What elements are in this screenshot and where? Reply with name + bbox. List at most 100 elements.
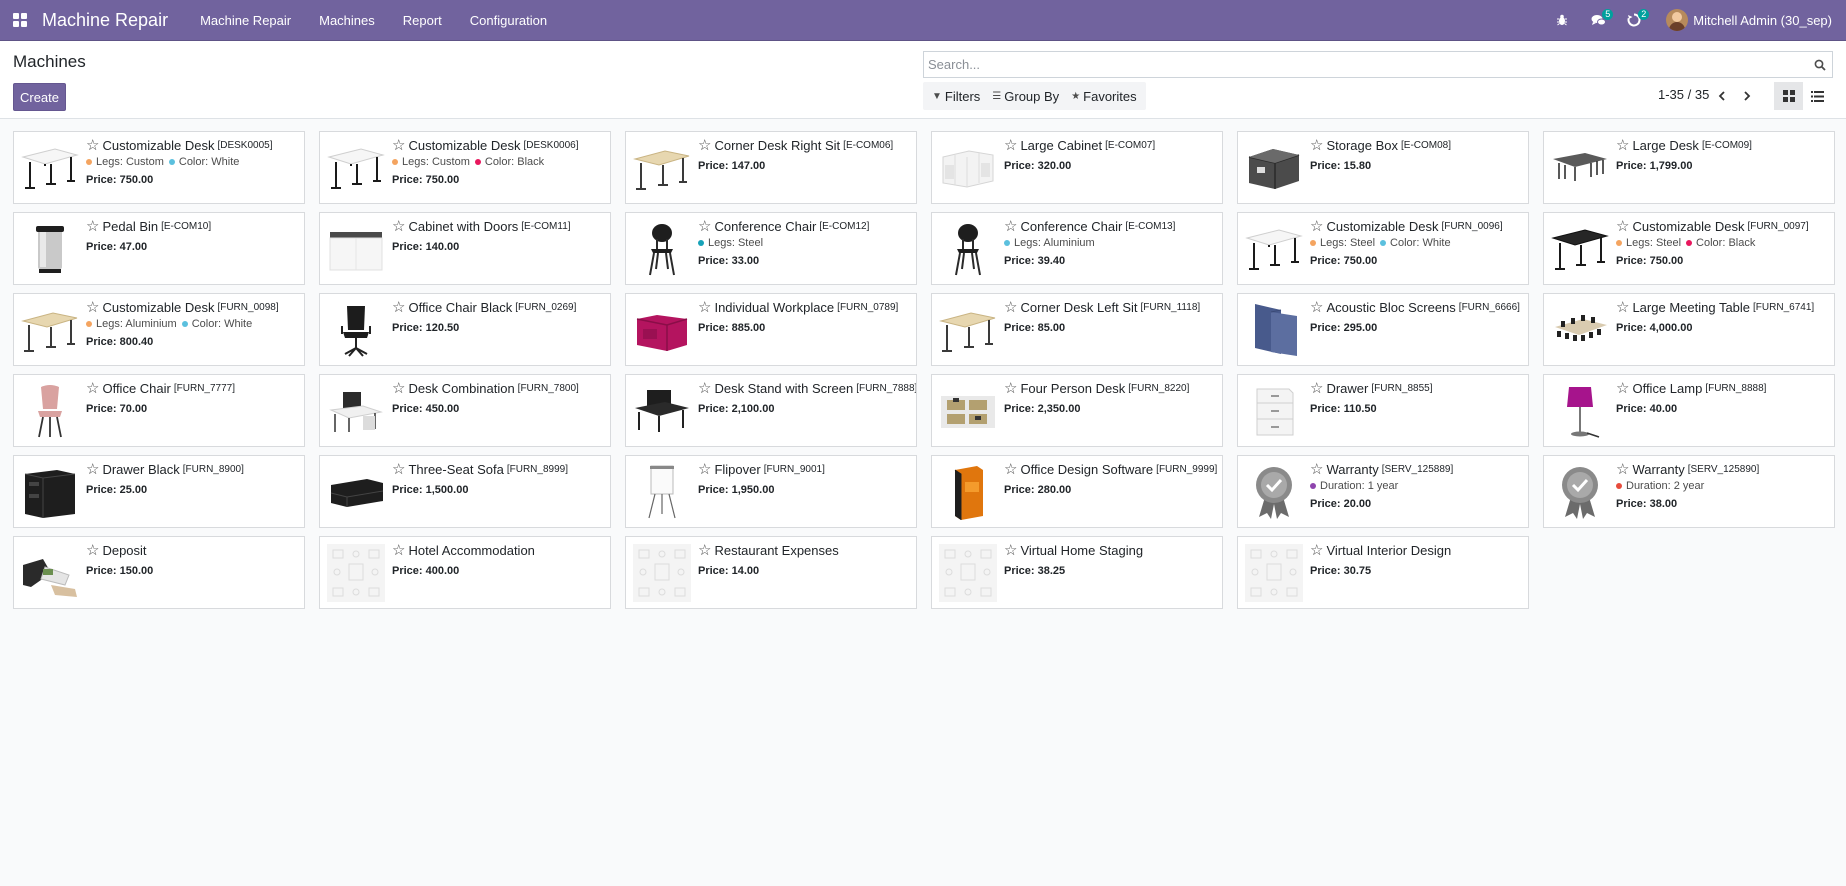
favorite-star-icon[interactable]: ☆ [1310,300,1323,315]
favorite-star-icon[interactable]: ☆ [392,138,405,153]
favorite-star-icon[interactable]: ☆ [1004,300,1017,315]
kanban-view-icon[interactable] [1774,82,1803,110]
favorite-star-icon[interactable]: ☆ [86,219,99,234]
product-card[interactable]: ☆ Customizable Desk [DESK0006] Legs: Custom… [319,131,611,204]
product-card[interactable]: ☆ Customizable Desk [FURN_0097] Legs: Steel… [1543,212,1835,285]
favorite-star-icon[interactable]: ☆ [392,543,405,558]
product-card[interactable]: ☆ Customizable Desk [DESK0005] Legs: Custom… [13,131,305,204]
favorite-star-icon[interactable]: ☆ [698,381,711,396]
favorite-star-icon[interactable]: ☆ [1310,138,1323,153]
pager-value[interactable]: 1-35 / 35 [1658,87,1709,102]
filters-button[interactable]: ▼ Filters [926,82,986,110]
favorite-star-icon[interactable]: ☆ [1004,543,1017,558]
create-button[interactable]: Create [13,83,66,111]
favorites-button[interactable]: ★ Favorites [1065,82,1142,110]
activities-icon[interactable]: 2 [1616,0,1652,41]
product-card[interactable]: ☆ Virtual Interior Design Price: 30.75 [1237,536,1529,609]
product-card[interactable]: ☆ Office Design Software [FURN_9999] Price:… [931,455,1223,528]
product-card[interactable]: ☆ Flipover [FURN_9001] Price: 1,950.00 [625,455,917,528]
favorite-star-icon[interactable]: ☆ [698,138,711,153]
product-card[interactable]: ☆ Cabinet with Doors [E-COM11] Price: 140.0… [319,212,611,285]
pager-next-icon[interactable] [1736,86,1758,106]
product-card[interactable]: ☆ Large Desk [E-COM09] Price: 1,799.00 [1543,131,1835,204]
favorite-star-icon[interactable]: ☆ [1004,138,1017,153]
favorite-star-icon[interactable]: ☆ [86,462,99,477]
favorite-star-icon[interactable]: ☆ [1616,138,1629,153]
card-title: ☆ Restaurant Expenses [698,543,912,559]
product-card[interactable]: ☆ Customizable Desk [FURN_0098] Legs: Alumi… [13,293,305,366]
card-body: ☆ Three-Seat Sofa [FURN_8999] Price: 1,500.… [392,462,606,497]
product-card[interactable]: ☆ Drawer Black [FURN_8900] Price: 25.00 [13,455,305,528]
card-title: ☆ Pedal Bin [E-COM10] [86,219,300,235]
messages-icon[interactable]: 5 [1580,0,1616,41]
product-card[interactable]: ☆ Corner Desk Right Sit [E-COM06] Price: 14… [625,131,917,204]
favorite-star-icon[interactable]: ☆ [392,219,405,234]
product-image [20,543,80,603]
product-name: Office Chair Black [408,300,513,315]
favorite-star-icon[interactable]: ☆ [392,300,405,315]
product-card[interactable]: ☆ Office Chair [FURN_7777] Price: 70.00 [13,374,305,447]
favorite-star-icon[interactable]: ☆ [1616,381,1629,396]
product-card[interactable]: ☆ Desk Stand with Screen [FURN_7888] Price:… [625,374,917,447]
product-card[interactable]: ☆ Desk Combination [FURN_7800] Price: 450.0… [319,374,611,447]
product-card[interactable]: ☆ Deposit Price: 150.00 [13,536,305,609]
search-icon[interactable] [1808,52,1832,77]
product-card[interactable]: ☆ Warranty [SERV_125890] Duration: 2 year Pr… [1543,455,1835,528]
product-card[interactable]: ☆ Office Lamp [FURN_8888] Price: 40.00 [1543,374,1835,447]
favorite-star-icon[interactable]: ☆ [1310,462,1323,477]
color-dot-icon [1616,483,1622,489]
product-card[interactable]: ☆ Large Cabinet [E-COM07] Price: 320.00 [931,131,1223,204]
favorite-star-icon[interactable]: ☆ [1310,219,1323,234]
product-card[interactable]: ☆ Pedal Bin [E-COM10] Price: 47.00 [13,212,305,285]
product-card[interactable]: ☆ Four Person Desk [FURN_8220] Price: 2,350… [931,374,1223,447]
product-card[interactable]: ☆ Customizable Desk [FURN_0096] Legs: Steel… [1237,212,1529,285]
favorite-star-icon[interactable]: ☆ [86,543,99,558]
product-card[interactable]: ☆ Office Chair Black [FURN_0269] Price: 120… [319,293,611,366]
product-card[interactable]: ☆ Acoustic Bloc Screens [FURN_6666] Price: … [1237,293,1529,366]
menu-machine-repair[interactable]: Machine Repair [186,0,305,41]
favorite-star-icon[interactable]: ☆ [392,381,405,396]
product-card[interactable]: ☆ Corner Desk Left Sit [FURN_1118] Price: 8… [931,293,1223,366]
favorite-star-icon[interactable]: ☆ [698,219,711,234]
menu-machines[interactable]: Machines [305,0,389,41]
product-card[interactable]: ☆ Drawer [FURN_8855] Price: 110.50 [1237,374,1529,447]
product-image [326,138,386,198]
user-menu[interactable]: Mitchell Admin (30_sep) [1652,0,1846,41]
bug-icon[interactable] [1544,0,1580,41]
favorite-star-icon[interactable]: ☆ [1004,462,1017,477]
group-by-button[interactable]: ☰ Group By [986,82,1065,110]
product-price: Price: 33.00 [698,255,760,267]
product-card[interactable]: ☆ Conference Chair [E-COM13] Legs: Aluminiu… [931,212,1223,285]
product-card[interactable]: ☆ Restaurant Expenses Price: 14.00 [625,536,917,609]
favorite-star-icon[interactable]: ☆ [1310,543,1323,558]
product-card[interactable]: ☆ Storage Box [E-COM08] Price: 15.80 [1237,131,1529,204]
product-card[interactable]: ☆ Hotel Accommodation Price: 400.00 [319,536,611,609]
favorite-star-icon[interactable]: ☆ [86,300,99,315]
product-card[interactable]: ☆ Warranty [SERV_125889] Duration: 1 year Pr… [1237,455,1529,528]
favorite-star-icon[interactable]: ☆ [1616,462,1629,477]
product-price: Price: 85.00 [1004,322,1066,334]
menu-report[interactable]: Report [389,0,456,41]
favorite-star-icon[interactable]: ☆ [86,381,99,396]
favorite-star-icon[interactable]: ☆ [392,462,405,477]
favorite-star-icon[interactable]: ☆ [1616,300,1629,315]
favorite-star-icon[interactable]: ☆ [1616,219,1629,234]
menu-configuration[interactable]: Configuration [456,0,561,41]
favorite-star-icon[interactable]: ☆ [1004,219,1017,234]
favorite-star-icon[interactable]: ☆ [698,300,711,315]
favorite-star-icon[interactable]: ☆ [1310,381,1323,396]
app-brand[interactable]: Machine Repair [42,10,168,31]
list-view-icon[interactable] [1803,82,1832,110]
favorite-star-icon[interactable]: ☆ [86,138,99,153]
favorite-star-icon[interactable]: ☆ [1004,381,1017,396]
product-card[interactable]: ☆ Individual Workplace [FURN_0789] Price: 8… [625,293,917,366]
apps-menu-icon[interactable] [0,0,40,41]
search-input[interactable] [924,52,1808,77]
favorite-star-icon[interactable]: ☆ [698,543,711,558]
pager-previous-icon[interactable] [1711,86,1733,106]
product-card[interactable]: ☆ Conference Chair [E-COM12] Legs: Steel Pri… [625,212,917,285]
product-card[interactable]: ☆ Three-Seat Sofa [FURN_8999] Price: 1,500.… [319,455,611,528]
favorite-star-icon[interactable]: ☆ [698,462,711,477]
product-card[interactable]: ☆ Virtual Home Staging Price: 38.25 [931,536,1223,609]
product-card[interactable]: ☆ Large Meeting Table [FURN_6741] Price: 4,… [1543,293,1835,366]
